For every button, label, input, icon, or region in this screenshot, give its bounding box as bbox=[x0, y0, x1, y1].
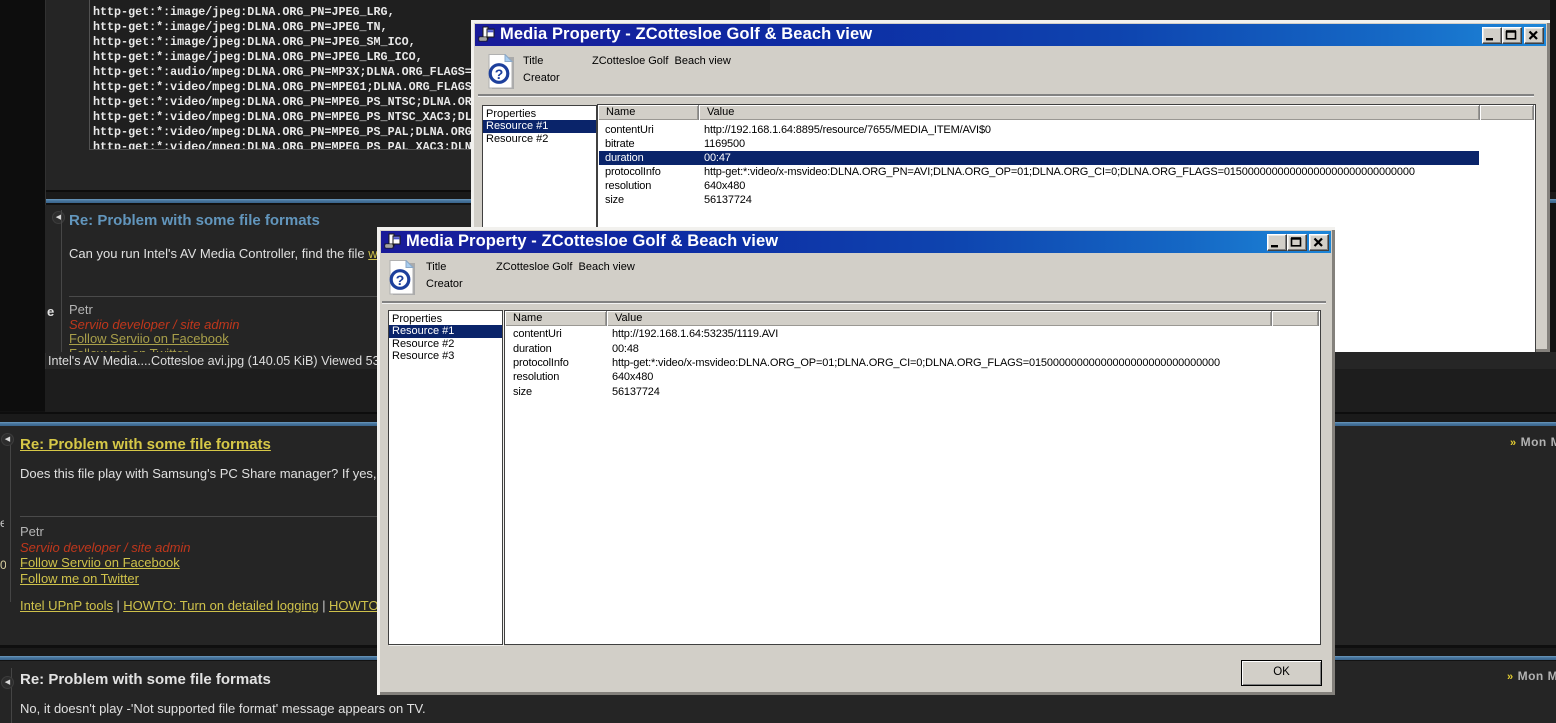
svg-text:?: ? bbox=[396, 272, 405, 288]
svg-text:?: ? bbox=[495, 66, 504, 82]
